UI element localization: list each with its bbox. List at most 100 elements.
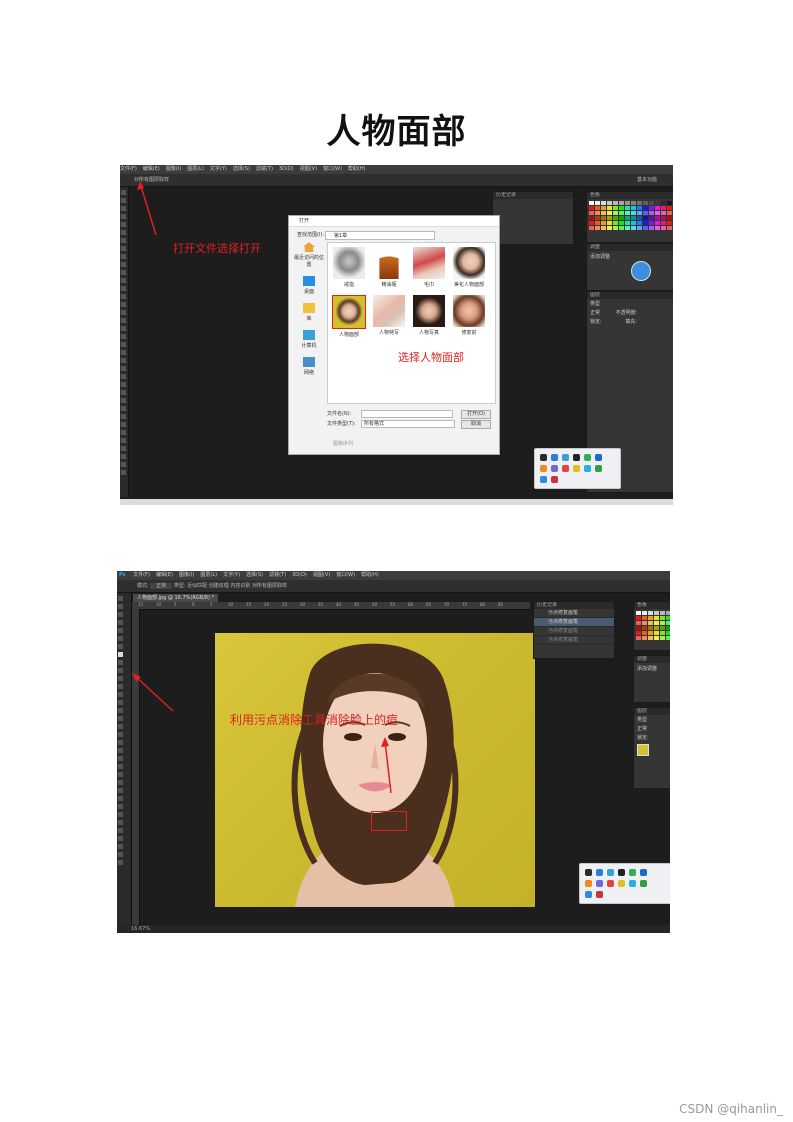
mode-select[interactable]: 正常 [150, 583, 173, 589]
history-item-active[interactable]: 污点修复画笔 [534, 618, 614, 627]
color-swatch[interactable] [642, 616, 647, 620]
tray-app-icon[interactable] [584, 454, 591, 461]
type-option[interactable]: 近似匹配 [187, 583, 207, 589]
tray-app-icon[interactable] [551, 465, 558, 472]
menu-item[interactable]: 3D(D) [292, 572, 307, 578]
swatch-grid[interactable] [634, 609, 670, 642]
tray-app-icon[interactable] [585, 880, 592, 887]
tray-app-icon[interactable] [562, 465, 569, 472]
portrait-photo[interactable] [215, 633, 535, 907]
tray-app-icon[interactable] [596, 880, 603, 887]
type-option[interactable]: 内容识别 [230, 583, 250, 589]
color-swatch[interactable] [642, 636, 647, 640]
filename-input[interactable] [361, 410, 453, 418]
menu-item[interactable]: 编辑(E) [156, 572, 173, 578]
color-swatch[interactable] [660, 636, 665, 640]
menu-item[interactable]: 文件(F) [133, 572, 150, 578]
color-swatch[interactable] [666, 631, 670, 635]
sample-all-checkbox[interactable]: 对所有图层取样 [252, 583, 287, 589]
color-swatch[interactable] [636, 616, 641, 620]
color-swatch[interactable] [666, 636, 670, 640]
color-swatch[interactable] [654, 631, 659, 635]
sidebar-item-network[interactable]: 网络 [293, 357, 325, 376]
file-item[interactable]: 修复前 [452, 295, 486, 336]
color-swatch[interactable] [648, 631, 653, 635]
color-swatch[interactable] [642, 621, 647, 625]
color-swatch[interactable] [654, 636, 659, 640]
history-item[interactable]: 污点修复画笔 [534, 609, 614, 618]
color-swatch[interactable] [648, 611, 653, 615]
file-item[interactable]: 人物写真 [412, 295, 446, 336]
adjustments-panel[interactable]: 调整 添加调整 [633, 655, 670, 703]
color-swatch[interactable] [660, 611, 665, 615]
color-swatch[interactable] [660, 616, 665, 620]
filetype-select[interactable]: 所有格式 [361, 420, 455, 428]
color-swatch[interactable] [636, 621, 641, 625]
color-swatch[interactable] [666, 626, 670, 630]
color-swatch[interactable] [636, 636, 641, 640]
tray-app-icon[interactable] [540, 476, 547, 483]
tray-app-icon[interactable] [629, 869, 636, 876]
tray-app-icon[interactable] [640, 880, 647, 887]
menu-item[interactable]: 图层(L) [200, 572, 217, 578]
color-swatch[interactable] [648, 636, 653, 640]
file-item[interactable]: 精油瓶 [372, 247, 406, 288]
file-item-selected[interactable]: 人物面部 [332, 295, 366, 338]
adjust-tab[interactable]: 调整 [634, 656, 670, 663]
tray-app-icon[interactable] [596, 891, 603, 898]
tray-app-icon[interactable] [573, 454, 580, 461]
swatches-tab[interactable]: 色板 [634, 602, 670, 609]
color-swatch[interactable] [642, 611, 647, 615]
menu-item[interactable]: 图像(I) [179, 572, 194, 578]
color-swatch[interactable] [660, 631, 665, 635]
tray-app-icon[interactable] [595, 465, 602, 472]
sidebar-item-desktop[interactable]: 桌面 [293, 276, 325, 295]
image-sequence-checkbox[interactable]: 图像序列 [333, 440, 353, 447]
tray-app-icon[interactable] [540, 465, 547, 472]
tray-app-icon[interactable] [640, 869, 647, 876]
swatches-panel[interactable]: 色板 [633, 601, 670, 651]
layers-panel[interactable]: 图层 类型 正常 锁定: [633, 707, 670, 789]
file-item[interactable]: 戒指 [332, 247, 366, 288]
tray-app-icon[interactable] [585, 869, 592, 876]
color-swatch[interactable] [654, 626, 659, 630]
tools-panel[interactable] [117, 593, 132, 925]
layers-tab[interactable]: 图层 [634, 708, 670, 715]
taskbar[interactable] [120, 499, 673, 505]
menu-item[interactable]: 选择(S) [246, 572, 263, 578]
sidebar-item-library[interactable]: 库 [293, 303, 325, 322]
color-swatch[interactable] [654, 621, 659, 625]
color-swatch[interactable] [660, 626, 665, 630]
color-swatch[interactable] [666, 616, 670, 620]
color-swatch[interactable] [648, 621, 653, 625]
menu-item[interactable]: 滤镜(T) [269, 572, 286, 578]
sidebar-item-recent[interactable]: 最近访问的位置 [293, 242, 325, 268]
menu-item[interactable]: 帮助(H) [361, 572, 379, 578]
color-swatch[interactable] [648, 616, 653, 620]
color-swatch[interactable] [642, 631, 647, 635]
color-swatch[interactable] [666, 611, 670, 615]
menu-item[interactable]: 视图(V) [313, 572, 330, 578]
color-swatch[interactable] [636, 611, 641, 615]
menu-item[interactable]: 窗口(W) [336, 572, 355, 578]
color-swatch[interactable] [660, 621, 665, 625]
layer-thumbnail[interactable] [637, 744, 649, 756]
history-panel[interactable]: 历史记录 污点修复画笔 污点修复画笔 污点修复画笔 污点修复画笔 [533, 601, 615, 659]
tray-app-icon[interactable] [573, 465, 580, 472]
tray-app-icon[interactable] [551, 454, 558, 461]
cancel-button[interactable]: 取消 [461, 420, 491, 429]
file-item[interactable]: 毛巾 [412, 247, 446, 288]
layers-kind[interactable]: 类型 [634, 715, 670, 724]
menu-item[interactable]: 文字(Y) [223, 572, 240, 578]
open-dialog[interactable]: 打开 查找范围(I): 第1章 最近访问的位置 桌面 库 计算机 网络 戒指 精… [288, 215, 500, 455]
history-item[interactable]: 污点修复画笔 [534, 627, 614, 636]
color-swatch[interactable] [636, 626, 641, 630]
tray-app-icon[interactable] [551, 476, 558, 483]
tray-app-icon[interactable] [618, 869, 625, 876]
tray-app-icon[interactable] [585, 891, 592, 898]
system-tray-popup[interactable] [579, 863, 670, 904]
tray-app-icon[interactable] [607, 869, 614, 876]
color-swatch[interactable] [642, 626, 647, 630]
tray-app-icon[interactable] [562, 454, 569, 461]
look-in-dropdown[interactable]: 第1章 [325, 231, 435, 240]
